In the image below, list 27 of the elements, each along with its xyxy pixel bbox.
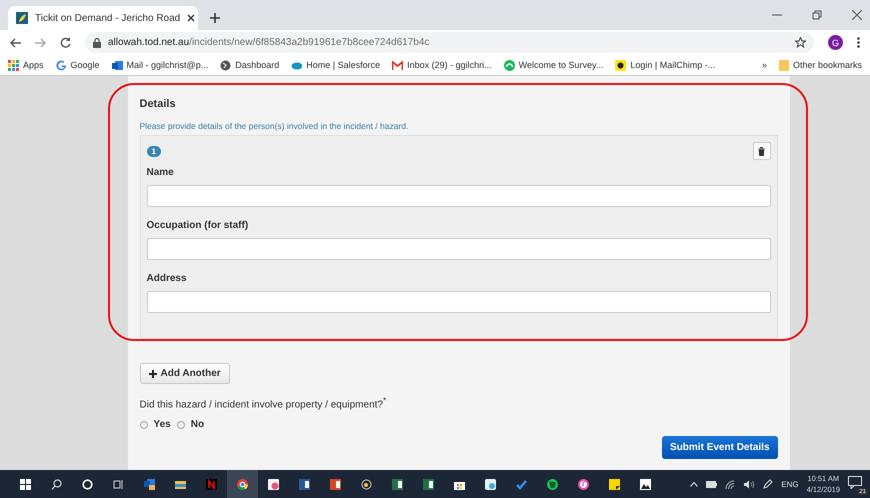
field-label: Address <box>146 273 188 284</box>
language-indicator[interactable]: ENG <box>781 480 799 488</box>
submit-button[interactable]: Submit Event Details <box>662 436 778 460</box>
profile-avatar[interactable]: G <box>828 35 843 50</box>
bookmark[interactable]: Home | Salesforce <box>291 60 380 70</box>
browser-tab[interactable]: Tickit on Demand - Jericho Road <box>8 6 198 30</box>
bookmarks-overflow[interactable]: » <box>762 60 767 70</box>
bookmark[interactable]: Apps <box>8 60 44 70</box>
question-text: Did this hazard / incident involve property / equipment?$^{*}$ <box>140 395 388 410</box>
tab-title: Tickit on Demand - Jericho Road <box>35 12 180 24</box>
field-label: Name <box>146 167 175 178</box>
bookmark[interactable]: Dashboard <box>220 60 280 70</box>
bookmark[interactable]: Login | MailChimp -... <box>615 60 716 70</box>
option-label: Yes <box>154 419 171 430</box>
number-badge: 1 <box>146 146 161 156</box>
hint-text: Please provide details of the person(s) involved in the incident / hazard. <box>140 121 410 131</box>
bookmark[interactable]: Mail - ggilchrist@p... <box>112 60 208 70</box>
bookmark[interactable]: Inbox (29) - ggilchri... <box>392 60 492 70</box>
option-label: No <box>190 419 204 430</box>
address-bar[interactable]: allowah.tod.net.au/incidents/new/6f85843a2b91961e7b8cee724d617b4c <box>85 32 814 53</box>
field-label: Occupation (for staff) <box>146 220 250 231</box>
bookmark[interactable]: Welcome to Survey... <box>504 60 604 70</box>
add-another-button[interactable]: Add Another <box>140 363 230 384</box>
bookmark[interactable]: Other bookmarks <box>778 60 862 70</box>
section-heading: Details <box>140 98 177 110</box>
url-text: allowah.tod.net.au/incidents/new/6f85843a2b91961e7b8cee724d617b4c <box>108 37 430 48</box>
bookmark[interactable]: Google <box>56 60 100 70</box>
